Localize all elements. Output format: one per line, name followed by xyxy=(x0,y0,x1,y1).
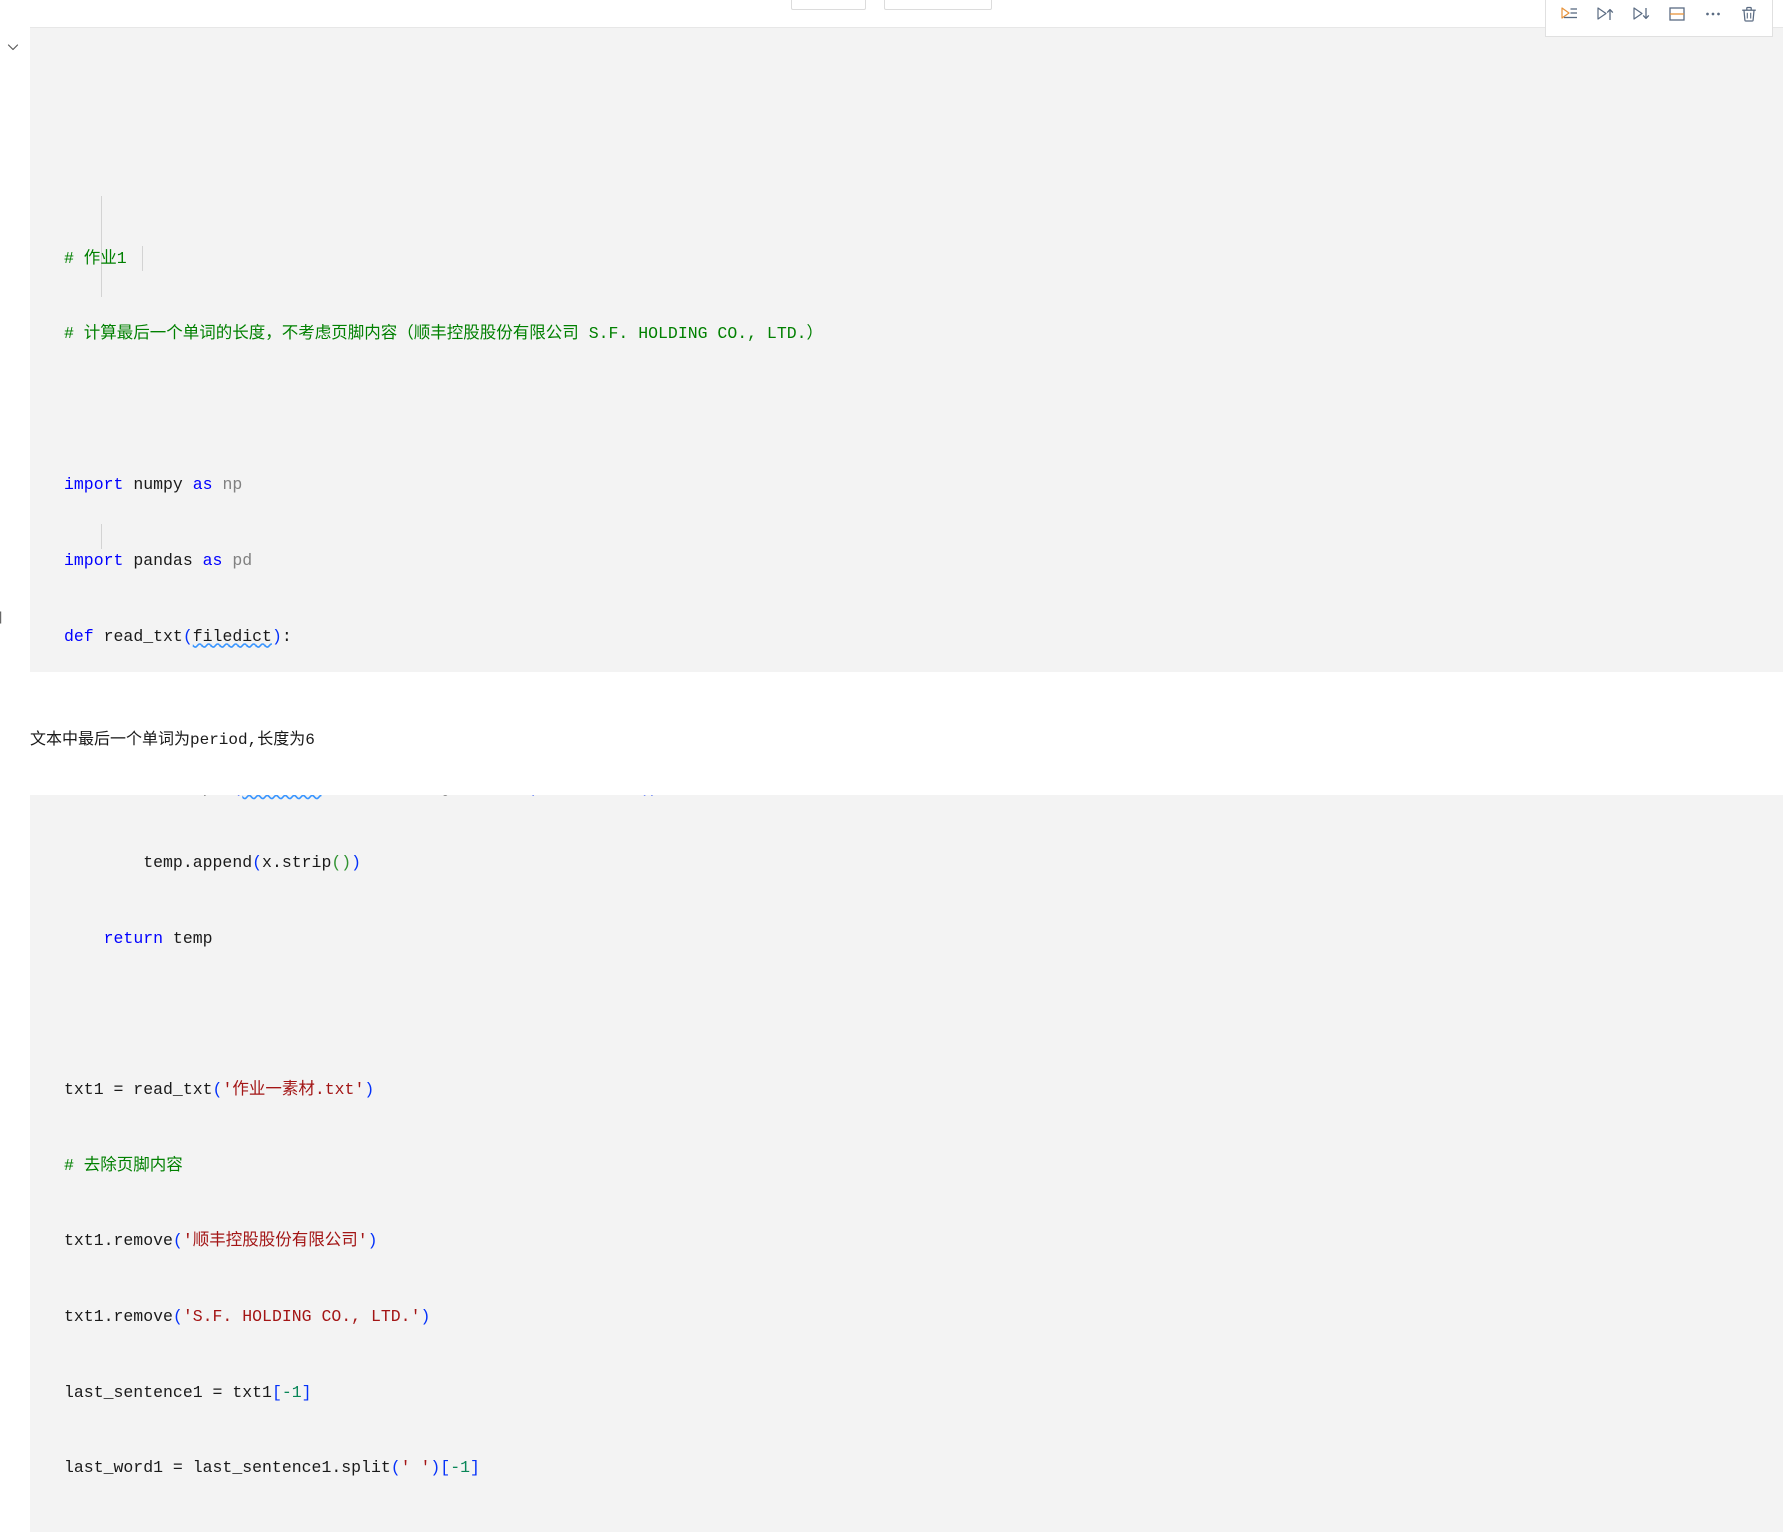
code-line: temp.append(x.strip()) xyxy=(64,853,362,873)
plus-icon: + xyxy=(897,0,906,4)
delete-cell-button[interactable] xyxy=(1732,0,1766,31)
more-actions-button[interactable] xyxy=(1696,0,1730,31)
add-code-cell-button[interactable]: + Code xyxy=(790,0,867,10)
code-line: # 作业1 xyxy=(64,248,127,268)
run-below-icon xyxy=(1631,4,1651,24)
more-actions-icon xyxy=(1703,4,1723,24)
add-markdown-cell-button[interactable]: + Markdown xyxy=(884,0,993,10)
execution-count-marker: ] xyxy=(0,610,4,625)
code-line: last_sentence1 = txt1[-1] xyxy=(64,1382,312,1402)
code-line: txt1 = read_txt('作业一素材.txt') xyxy=(64,1080,375,1100)
code-line: def read_txt(filedict): xyxy=(64,626,292,646)
split-cell-icon xyxy=(1667,4,1687,24)
cell-action-toolbar xyxy=(1545,0,1773,37)
code-line: biaodian = [',','.'] xyxy=(64,1531,1783,1532)
code-line: last_word1 = last_sentence1.split(' ')[-… xyxy=(64,1458,480,1478)
run-above-button[interactable] xyxy=(1588,0,1622,31)
add-code-cell-label: Code xyxy=(819,0,854,4)
collapse-cell-chevron-down-icon[interactable] xyxy=(2,36,24,58)
run-below-button[interactable] xyxy=(1624,0,1658,31)
code-line: return temp xyxy=(103,928,213,948)
run-cell-icon xyxy=(1559,4,1579,24)
cell-output: 文本中最后一个单词为period,长度为6 xyxy=(30,672,1783,795)
split-cell-button[interactable] xyxy=(1660,0,1694,31)
cell-output-area: 文本中最后一个单词为period,长度为6 xyxy=(30,672,1783,795)
delete-cell-icon xyxy=(1739,4,1759,24)
cell-output-text: 文本中最后一个单词为period,长度为6 xyxy=(30,731,315,749)
code-line: import numpy as np xyxy=(64,475,243,495)
code-line: # 计算最后一个单词的长度，不考虑页脚内容（顺丰控股股份有限公司 S.F. HO… xyxy=(64,324,824,344)
code-line: # 去除页脚内容 xyxy=(64,1155,183,1175)
add-markdown-cell-label: Markdown xyxy=(912,0,979,4)
add-cell-toolbar: + Code + Markdown xyxy=(0,0,1783,10)
code-line: txt1.remove('顺丰控股股份有限公司') xyxy=(64,1231,378,1251)
code-line: txt1.remove('S.F. HOLDING CO., LTD.') xyxy=(64,1306,431,1326)
run-above-icon xyxy=(1595,4,1615,24)
plus-icon: + xyxy=(804,0,813,4)
indent-guide xyxy=(101,524,102,549)
run-cell-button[interactable] xyxy=(1552,0,1586,31)
code-line: import pandas as pd xyxy=(64,551,253,570)
